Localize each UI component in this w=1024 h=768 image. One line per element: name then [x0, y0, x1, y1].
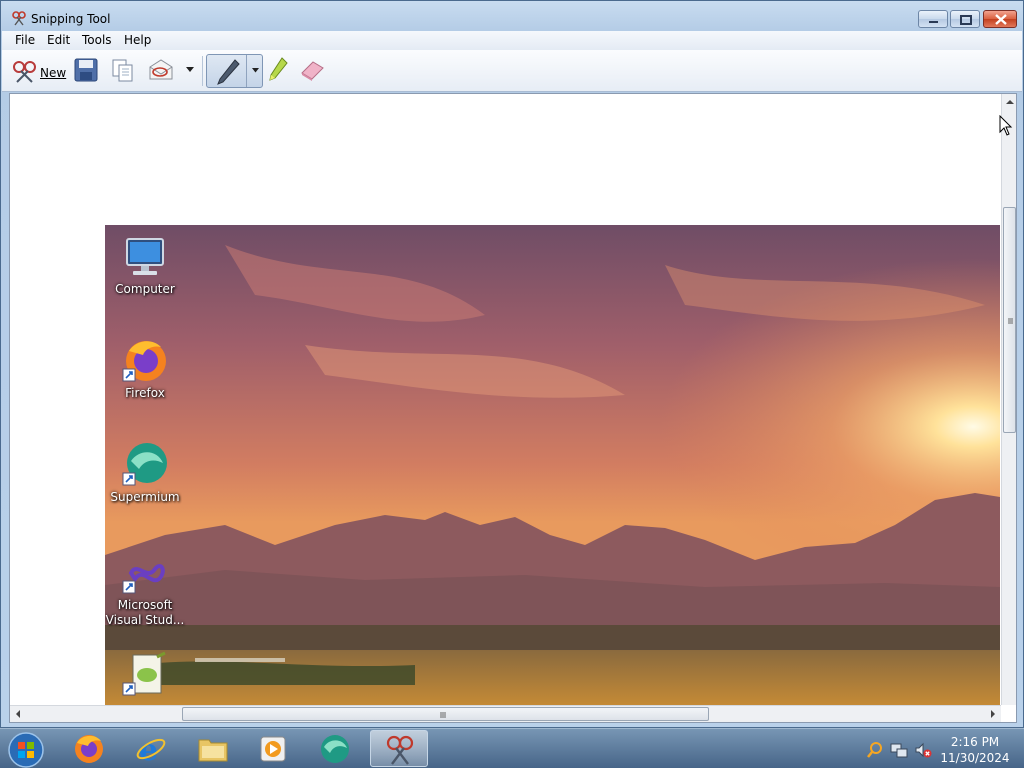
menu-bar: File Edit Tools Help: [2, 31, 1022, 50]
supermium-icon: [122, 443, 167, 486]
pen-icon: [217, 59, 240, 85]
start-orb-icon[interactable]: [7, 731, 45, 768]
snip-canvas[interactable]: Computer Firefox Supermium Microsoft Vis…: [9, 93, 1017, 723]
taskbar: e 2:16 PM 11/30/2024: [0, 728, 1024, 768]
snipping-tool-icon: [386, 735, 414, 765]
desktop-icon-visual-studio[interactable]: Microsoft Visual Stud...: [105, 555, 185, 628]
system-clock[interactable]: 2:16 PM 11/30/2024: [940, 734, 1010, 766]
horizontal-scrollbar[interactable]: [10, 705, 1001, 722]
taskbar-snipping-tool[interactable]: [370, 730, 428, 767]
desktop-icon-notepad[interactable]: [105, 651, 185, 702]
new-snip-button[interactable]: New: [8, 54, 68, 88]
close-button[interactable]: [983, 10, 1017, 28]
search-tray-icon[interactable]: [866, 741, 884, 759]
supermium-icon: [321, 735, 349, 763]
file-explorer-icon: [198, 739, 228, 762]
toolbar-separator: [202, 56, 203, 86]
menu-file[interactable]: File: [15, 33, 35, 47]
send-snip-icon[interactable]: [147, 57, 175, 83]
scissors-icon: [13, 61, 36, 83]
mouse-cursor-icon: [999, 115, 1013, 136]
firefox-icon: [122, 341, 166, 382]
new-label: New: [40, 66, 67, 80]
clock-time: 2:16 PM: [950, 735, 1000, 749]
computer-icon: [126, 238, 164, 275]
save-icon[interactable]: [74, 58, 98, 82]
media-player-icon: [260, 736, 286, 762]
vertical-scrollbar[interactable]: [1001, 94, 1017, 705]
close-icon: [995, 14, 1007, 25]
sunset-landscape-image: [105, 225, 1000, 705]
minimize-button[interactable]: [918, 10, 948, 28]
menu-edit[interactable]: Edit: [47, 33, 70, 47]
clock-date: 11/30/2024: [940, 751, 1010, 765]
visual-studio-icon: [122, 564, 165, 594]
captured-desktop-image: Computer Firefox Supermium Microsoft Vis…: [105, 225, 1000, 705]
desktop-icon-firefox[interactable]: Firefox: [105, 337, 185, 401]
scroll-up-icon[interactable]: [1002, 94, 1017, 110]
eraser-icon[interactable]: [299, 59, 325, 81]
pen-tool-button[interactable]: [206, 54, 263, 88]
taskbar-media-player[interactable]: [246, 730, 302, 767]
vertical-scroll-thumb[interactable]: [1003, 207, 1016, 433]
taskbar-supermium[interactable]: [308, 730, 364, 767]
volume-muted-icon[interactable]: [914, 741, 932, 759]
taskbar-firefox[interactable]: [62, 730, 118, 767]
firefox-icon: [75, 735, 103, 763]
pen-dropdown-arrow-icon[interactable]: [251, 67, 260, 74]
internet-explorer-icon: e: [136, 733, 166, 765]
menu-help[interactable]: Help: [124, 33, 151, 47]
title-bar[interactable]: Snipping Tool: [1, 1, 1023, 31]
scroll-right-icon[interactable]: [985, 706, 1001, 722]
restore-button[interactable]: [950, 10, 980, 28]
toolbar: New: [2, 50, 1022, 92]
snipping-tool-window: Snipping Tool File Edit Tools Help New C…: [0, 0, 1024, 728]
network-icon[interactable]: [890, 741, 908, 759]
highlighter-icon[interactable]: [267, 56, 289, 84]
dropdown-arrow-icon[interactable]: [185, 66, 195, 74]
thumb-grip-icon: [1008, 318, 1013, 324]
menu-tools[interactable]: Tools: [82, 33, 112, 47]
restore-icon: [960, 15, 972, 25]
horizontal-scroll-thumb[interactable]: [182, 707, 709, 721]
notepad-plus-icon: [122, 651, 166, 696]
desktop-icon-supermium[interactable]: Supermium: [105, 441, 185, 505]
taskbar-internet-explorer[interactable]: e: [124, 730, 180, 767]
desktop-icon-computer[interactable]: Computer: [105, 235, 185, 297]
taskbar-file-explorer[interactable]: [186, 730, 242, 767]
minimize-icon: [929, 21, 938, 23]
thumb-grip-icon: [440, 712, 446, 718]
window-title: Snipping Tool: [31, 12, 111, 26]
copy-icon[interactable]: [110, 57, 136, 83]
scroll-left-icon[interactable]: [10, 706, 26, 722]
snipping-tool-app-icon: [12, 11, 26, 26]
